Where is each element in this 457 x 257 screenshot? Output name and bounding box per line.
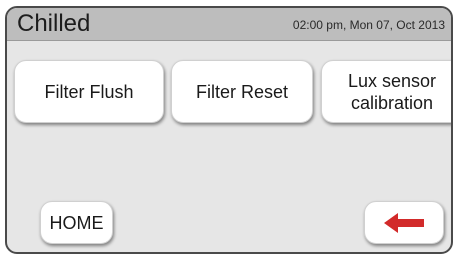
left-arrow-icon	[384, 212, 424, 233]
lux-sensor-calibration-button[interactable]: Lux sensor calibration	[321, 60, 451, 123]
screen-title: Chilled	[17, 10, 91, 37]
filter-flush-button[interactable]: Filter Flush	[14, 60, 164, 123]
chilled-screen: Chilled 02:00 pm, Mon 07, Oct 2013 Filte…	[5, 6, 453, 254]
date-time: 02:00 pm, Mon 07, Oct 2013	[292, 18, 445, 32]
header-bar: Chilled 02:00 pm, Mon 07, Oct 2013	[7, 8, 451, 41]
home-button[interactable]: HOME	[40, 201, 113, 244]
back-button[interactable]	[364, 201, 444, 244]
left-arrow-shape	[384, 212, 424, 233]
filter-reset-button[interactable]: Filter Reset	[171, 60, 313, 123]
